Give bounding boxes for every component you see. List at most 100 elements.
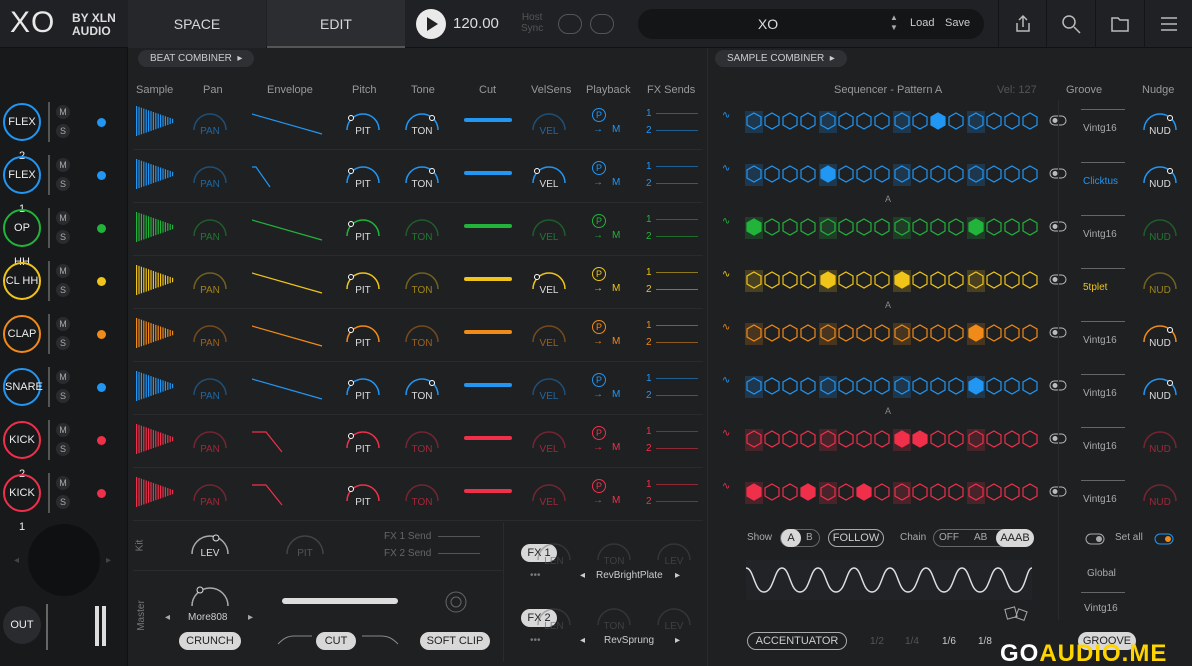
sequencer-step[interactable] — [893, 376, 911, 398]
fx1-preset-next-icon[interactable]: ▸ — [675, 570, 680, 581]
sequencer-step[interactable] — [745, 482, 763, 504]
playback-p-button[interactable]: P — [592, 214, 606, 228]
sequencer-step[interactable] — [986, 430, 1002, 448]
playback-arrow-icon[interactable]: → — [593, 336, 603, 347]
groove-name[interactable]: Vintg16 — [1083, 388, 1117, 399]
pitch-knob[interactable]: PIT — [343, 106, 383, 144]
sequencer-step[interactable] — [838, 271, 854, 289]
sequencer-step[interactable] — [930, 324, 946, 342]
sequencer-step[interactable] — [782, 112, 798, 130]
export-icon[interactable] — [998, 0, 1046, 48]
fx2-len-knob[interactable]: LEN — [534, 601, 574, 639]
pan-knob[interactable]: PAN — [190, 106, 230, 144]
sequencer-step[interactable] — [1022, 218, 1038, 236]
fx2-preset-prev-icon[interactable]: ◂ — [580, 635, 585, 646]
kit-arrows-icon[interactable]: ▲ ▼ — [890, 13, 898, 33]
playback-m-button[interactable]: M — [612, 389, 620, 400]
sequencer-step[interactable] — [930, 377, 946, 395]
sequencer-step[interactable] — [764, 324, 780, 342]
metronome-icon[interactable] — [558, 14, 582, 34]
sequencer-step[interactable] — [1004, 165, 1020, 183]
sample-waveform[interactable] — [136, 157, 176, 191]
sequencer-step[interactable] — [819, 111, 837, 133]
sequencer-step[interactable] — [856, 218, 872, 236]
playback-arrow-icon[interactable]: → — [593, 124, 603, 135]
sequencer-step[interactable] — [912, 483, 928, 501]
pan-knob[interactable]: PAN — [190, 424, 230, 462]
track-button-1[interactable]: FLEX 1 — [3, 156, 41, 215]
solo-button[interactable]: S — [56, 230, 70, 244]
solo-button[interactable]: S — [56, 389, 70, 403]
nudge-knob[interactable]: NUD — [1140, 318, 1180, 356]
row-wave-icon[interactable]: ∿ — [722, 216, 734, 227]
play-button[interactable] — [416, 9, 446, 39]
sequencer-step[interactable] — [930, 430, 946, 448]
pitch-knob[interactable]: PIT — [343, 318, 383, 356]
fx2-send-slider[interactable] — [656, 448, 698, 449]
playback-arrow-icon[interactable]: → — [593, 283, 603, 294]
sequencer-step[interactable] — [764, 112, 780, 130]
kit-selector[interactable]: XO ▲ ▼ Load Save — [638, 9, 984, 39]
rate-eighth[interactable]: 1/8 — [978, 636, 992, 647]
crunch-button[interactable]: CRUNCH — [179, 632, 241, 650]
velsens-knob[interactable]: VEL — [529, 106, 569, 144]
sequencer-step[interactable] — [838, 324, 854, 342]
sequencer-step[interactable] — [856, 271, 872, 289]
sequencer-step[interactable] — [1022, 324, 1038, 342]
sequencer-step[interactable] — [838, 218, 854, 236]
sequencer-step[interactable] — [967, 323, 985, 345]
sample-waveform[interactable] — [136, 422, 176, 456]
sequencer-step[interactable] — [800, 324, 816, 342]
sequencer-step[interactable] — [948, 112, 964, 130]
sequencer-step[interactable] — [745, 164, 763, 186]
track-button-0[interactable]: FLEX 2 — [3, 103, 41, 162]
nudge-knob[interactable]: NUD — [1140, 477, 1180, 515]
mute-button[interactable]: M — [56, 105, 70, 119]
row-wave-icon[interactable]: ∿ — [722, 163, 734, 174]
set-all-nudge-icon[interactable] — [1154, 530, 1176, 546]
row-wave-icon[interactable]: ∿ — [722, 428, 734, 439]
pan-knob[interactable]: PAN — [190, 265, 230, 303]
envelope-shape[interactable] — [251, 110, 324, 136]
show-a-button[interactable]: A — [781, 529, 801, 547]
velsens-knob[interactable]: VEL — [529, 318, 569, 356]
fx2-send-slider[interactable] — [656, 501, 698, 502]
rate-quarter[interactable]: 1/4 — [905, 636, 919, 647]
preset-next-icon[interactable]: ▸ — [248, 612, 253, 623]
row-wave-icon[interactable]: ∿ — [722, 110, 734, 121]
sequencer-step[interactable] — [745, 376, 763, 398]
space-map-preview[interactable] — [28, 524, 100, 596]
tone-knob[interactable]: TON — [402, 159, 442, 197]
fx1-preset-prev-icon[interactable]: ◂ — [580, 570, 585, 581]
fx2-send-slider[interactable] — [656, 395, 698, 396]
sequencer-step[interactable] — [856, 430, 872, 448]
pitch-knob[interactable]: PIT — [343, 212, 383, 250]
pitch-knob[interactable]: PIT — [343, 424, 383, 462]
sequencer-step[interactable] — [986, 324, 1002, 342]
sequencer-step[interactable] — [986, 377, 1002, 395]
sequencer-step[interactable] — [986, 165, 1002, 183]
set-all-toggle-icon[interactable] — [1085, 530, 1107, 546]
fx2-send-slider[interactable] — [656, 289, 698, 290]
nudge-knob[interactable]: NUD — [1140, 424, 1180, 462]
sequencer-step[interactable] — [874, 324, 890, 342]
playback-p-button[interactable]: P — [592, 108, 606, 122]
chain-aaab-button[interactable]: AAAB — [996, 529, 1034, 547]
pan-knob[interactable]: PAN — [190, 371, 230, 409]
cut-slider[interactable] — [464, 436, 512, 440]
sequencer-step[interactable] — [930, 112, 946, 130]
pitch-knob[interactable]: PIT — [343, 371, 383, 409]
sequencer-step[interactable] — [782, 430, 798, 448]
sequencer-step[interactable] — [800, 430, 816, 448]
sequencer-step[interactable] — [764, 430, 780, 448]
playback-arrow-icon[interactable]: → — [593, 495, 603, 506]
accentuator-wave[interactable] — [745, 560, 1033, 600]
solo-button[interactable]: S — [56, 283, 70, 297]
sequencer-step[interactable] — [912, 165, 928, 183]
groove-amount-slider[interactable] — [1081, 215, 1125, 216]
global-groove-slider[interactable] — [1081, 592, 1125, 593]
fx2-ton-knob[interactable]: TON — [594, 601, 634, 639]
track-volume-slider[interactable] — [48, 261, 50, 301]
playback-p-button[interactable]: P — [592, 267, 606, 281]
fx1-ton-knob[interactable]: TON — [594, 536, 634, 574]
